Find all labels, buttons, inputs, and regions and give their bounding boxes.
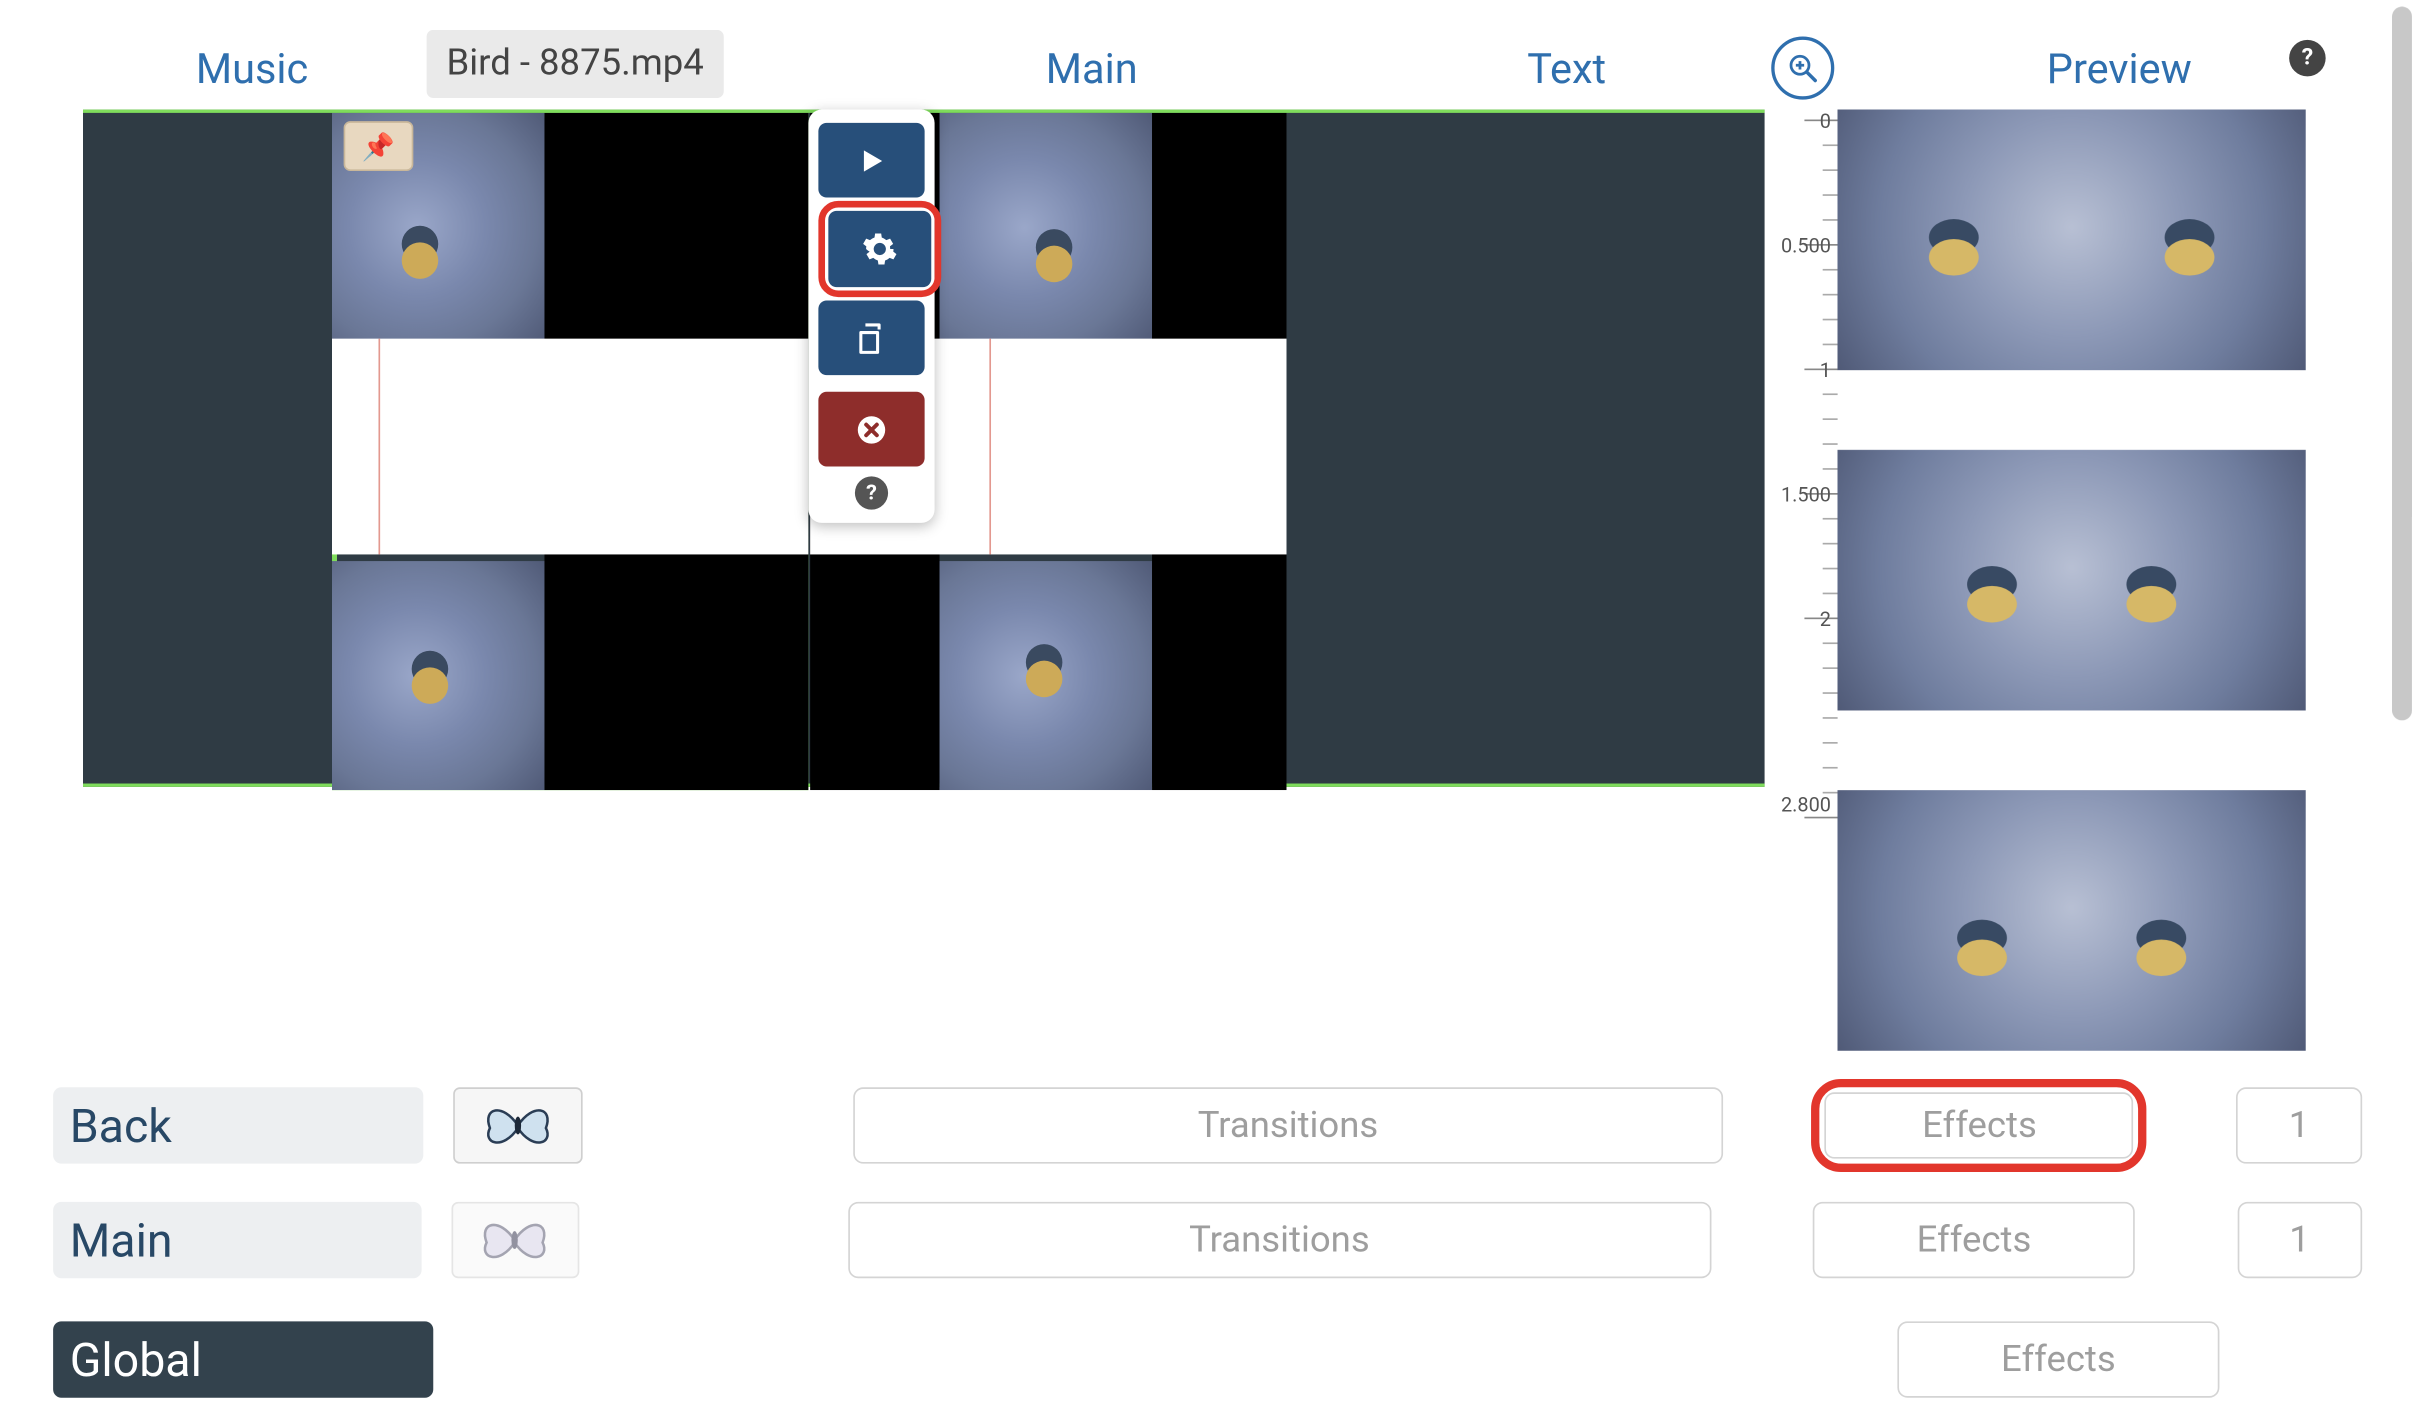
effects-highlight: Effects [1812,1079,2147,1172]
zoom-in-button[interactable] [1771,37,1834,100]
transitions-button-main[interactable]: Transitions [848,1202,1711,1278]
layer-controls: Back Transitions Effects 1 Main [53,1079,2362,1428]
popover-help-button[interactable]: ? [855,476,888,509]
ruler-mark: 1 [1820,359,1831,382]
preview-thumb[interactable] [1838,790,2306,1051]
duplicate-clip-button[interactable] [818,300,924,375]
preview-thumb[interactable] [1838,450,2306,711]
timeline-clip-1[interactable]: 📌 [332,113,808,790]
tab-main[interactable]: Main [1013,46,1171,94]
zoom-in-icon [1786,51,1819,84]
ruler-mark: 0 [1820,110,1831,133]
tab-preview[interactable]: Preview [2014,46,2225,94]
layer-row-back: Back Transitions Effects 1 [53,1079,2362,1172]
header-tabs: Music Bird - 8875.mp4 Main Text Preview … [50,33,2366,108]
ruler-mark: 0.500 [1781,234,1831,257]
ruler-mark: 1.500 [1781,483,1831,506]
gear-icon [862,231,899,268]
clip-settings-button[interactable] [828,211,931,287]
ruler-mark: 2 [1820,608,1831,631]
layer-thumb-back[interactable] [454,1087,583,1163]
ruler-mark: 2.800 [1781,793,1831,816]
layer-thumb-main[interactable] [451,1202,579,1278]
clip-filename-badge: Bird - 8875.mp4 [427,30,724,98]
effects-button-back[interactable]: Effects [1825,1092,2134,1158]
play-clip-button[interactable] [818,123,924,198]
help-button[interactable]: ? [2289,40,2326,77]
effects-button-main[interactable]: Effects [1813,1202,2135,1278]
transitions-button-back[interactable]: Transitions [853,1087,1723,1163]
tab-text[interactable]: Text [1494,46,1639,94]
butterfly-icon [477,1210,553,1270]
layer-label-main[interactable]: Main [53,1202,421,1278]
scrollbar-thumb[interactable] [2392,7,2412,721]
play-icon [853,142,890,179]
layer-row-main: Main Transitions Effects 1 [53,1189,2362,1292]
copy-icon [853,320,890,357]
delete-icon [853,411,890,448]
tab-music[interactable]: Music [163,46,342,94]
effects-count-back[interactable]: 1 [2236,1087,2362,1163]
pin-clip-button[interactable]: 📌 [344,121,414,171]
preview-thumb[interactable] [1838,110,2306,371]
effects-count-main[interactable]: 1 [2237,1202,2362,1278]
delete-clip-button[interactable] [818,392,924,467]
clip-settings-highlight [818,201,941,297]
clip-actions-popover: ? [808,110,934,523]
butterfly-icon [480,1096,556,1156]
layer-label-back[interactable]: Back [53,1087,424,1163]
